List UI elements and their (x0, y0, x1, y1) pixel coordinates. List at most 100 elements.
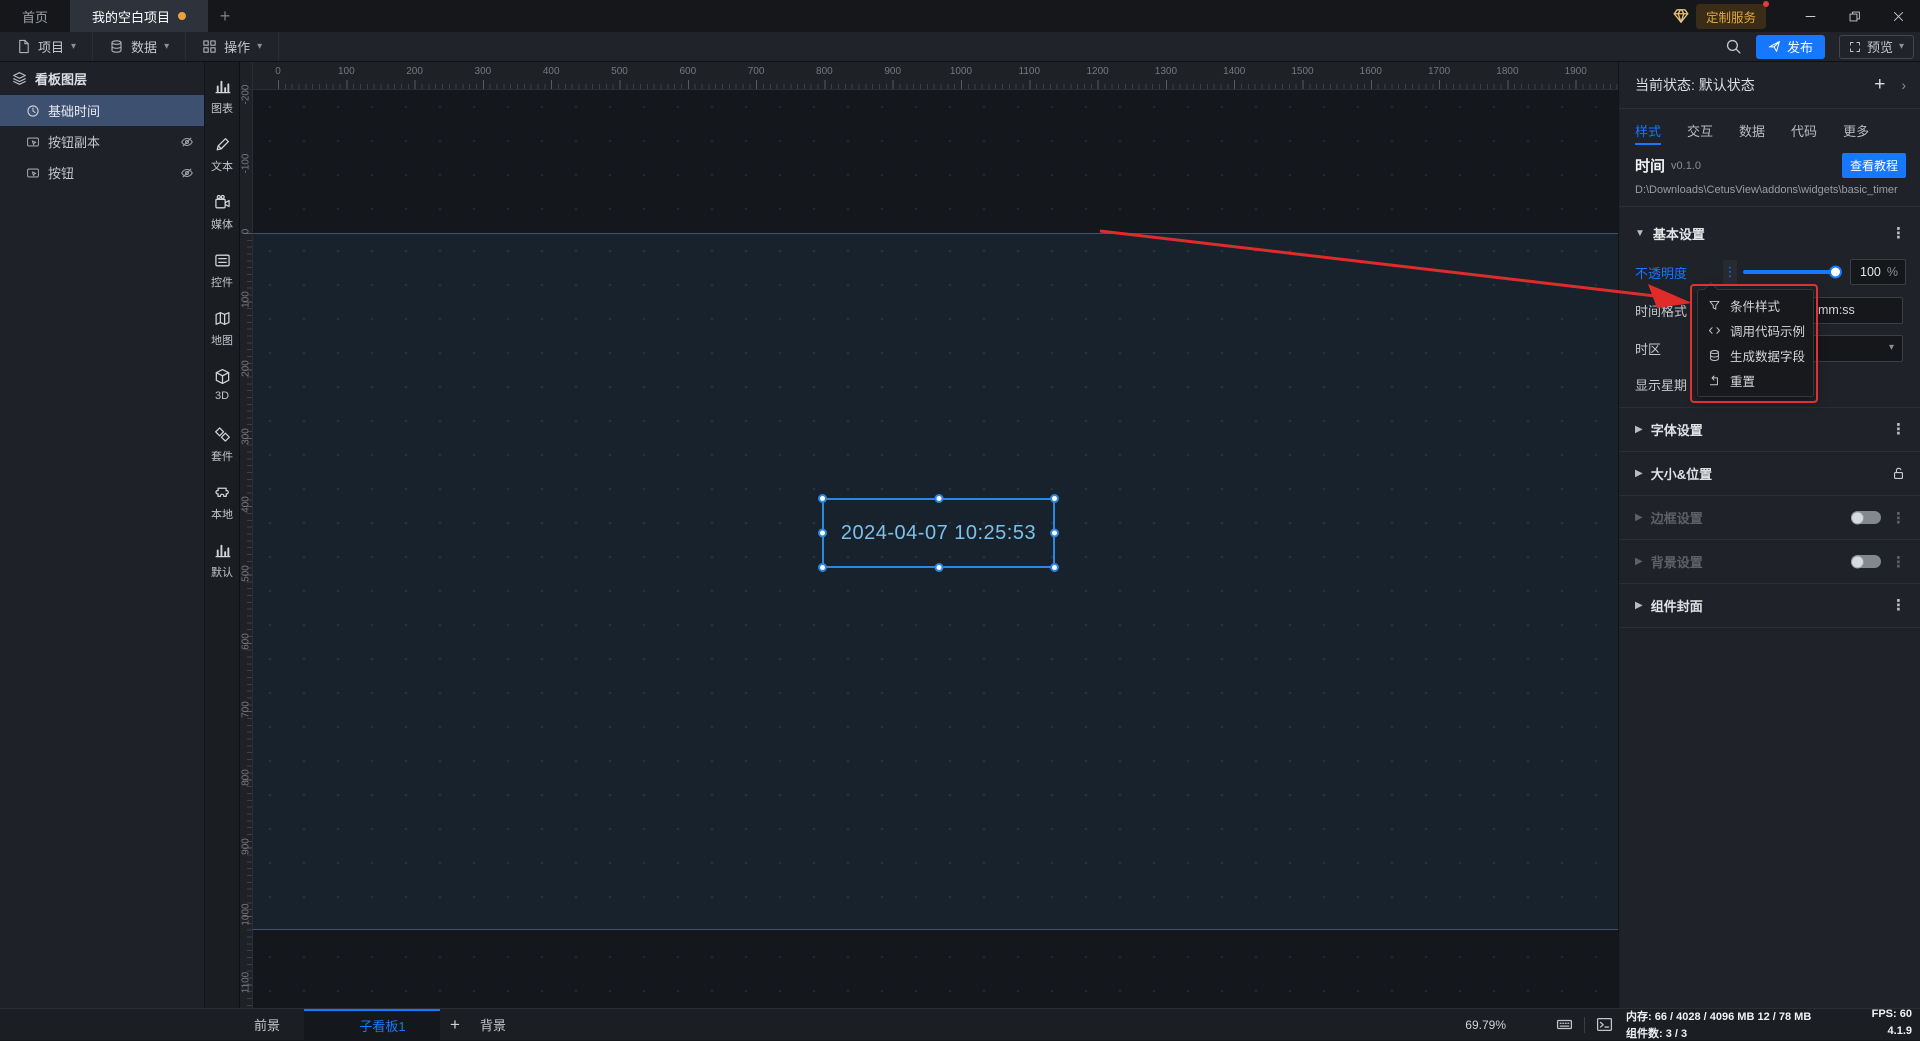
toolbar-item-pen[interactable]: 文本 (205, 136, 239, 194)
background-button[interactable]: 背景 (470, 1009, 530, 1040)
ruler-label: 0 (275, 66, 281, 77)
chevron-down-icon: ▾ (164, 42, 169, 52)
minimize-button[interactable] (1788, 0, 1832, 32)
toolbar-item-puzzle[interactable]: 本地 (205, 484, 239, 542)
status-block: 内存: 66 / 4028 / 4096 MB 12 / 78 MB FPS: … (1620, 1009, 1920, 1040)
tutorial-button[interactable]: 查看教程 (1842, 153, 1906, 178)
resize-handle-n[interactable] (934, 494, 943, 503)
eye-off-icon[interactable] (180, 135, 194, 149)
menu-grid[interactable]: 操作▾ (186, 32, 279, 61)
toolbar-item-chart[interactable]: 图表 (205, 78, 239, 136)
selected-time-widget[interactable]: 2024-04-07 10:25:53 (822, 498, 1055, 568)
canvas-viewport[interactable]: 2024-04-07 10:25:53 (253, 90, 1618, 1008)
chevron-down-icon: ▼ (1635, 228, 1645, 239)
tab-home[interactable]: 首页 (0, 0, 70, 32)
expand-icon (1849, 41, 1861, 53)
dashboard-board[interactable] (253, 233, 1618, 930)
toolbar-item-map[interactable]: 地图 (205, 310, 239, 368)
context-menu-item-reset[interactable]: 重置 (1698, 368, 1813, 393)
context-menu-item-code[interactable]: 调用代码示例 (1698, 318, 1813, 343)
context-menu-item-funnel[interactable]: 条件样式 (1698, 293, 1813, 318)
menu-file[interactable]: 项目▾ (0, 32, 93, 61)
toggle-off[interactable] (1851, 555, 1881, 568)
add-board-button[interactable]: + (440, 1009, 470, 1040)
subboard-tab[interactable]: 子看板1 (304, 1009, 440, 1040)
slider-knob[interactable] (1829, 266, 1842, 279)
section-组件封面[interactable]: ▶组件封面⋮ (1619, 583, 1920, 627)
widget-toolbar: 图表文本媒体控件地图3D套件本地默认 (205, 62, 240, 1008)
terminal-icon[interactable] (1596, 1016, 1613, 1033)
close-button[interactable] (1876, 0, 1920, 32)
panel-tab-交互[interactable]: 交互 (1687, 109, 1713, 151)
chevron-right-icon[interactable]: › (1901, 77, 1906, 93)
panel-tab-数据[interactable]: 数据 (1739, 109, 1765, 151)
custom-service-badge[interactable]: 定制服务 (1696, 4, 1766, 29)
resize-handle-e[interactable] (1050, 529, 1059, 538)
section-more-icon[interactable]: ⋮ (1891, 422, 1906, 437)
panel-tab-代码[interactable]: 代码 (1791, 109, 1817, 151)
toolbar-item-cube[interactable]: 3D (205, 368, 239, 426)
panel-tab-更多[interactable]: 更多 (1843, 109, 1869, 151)
ruler-label: 800 (816, 66, 833, 77)
resize-handle-s[interactable] (934, 563, 943, 572)
tab-project[interactable]: 我的空白项目 (70, 0, 208, 32)
section-more-icon[interactable]: ⋮ (1891, 553, 1906, 571)
plus-circle-icon[interactable] (508, 1014, 520, 1026)
basic-settings-header[interactable]: ▼ 基本设置 ⋮ (1619, 213, 1920, 253)
section-label: 背景设置 (1651, 552, 1703, 571)
new-tab-button[interactable]: + (208, 0, 242, 32)
preview-button[interactable]: 预览 ▾ (1839, 35, 1914, 59)
ruler-label: 1900 (1565, 66, 1587, 77)
menu-db[interactable]: 数据▾ (93, 32, 186, 61)
section-背景设置[interactable]: ▶背景设置⋮ (1619, 539, 1920, 583)
layer-item[interactable]: 基础时间 (0, 95, 204, 126)
layer-item[interactable]: 按钮 (0, 157, 204, 188)
ruler-label: 700 (241, 695, 252, 725)
ruler-label: 1700 (1428, 66, 1450, 77)
publish-button[interactable]: 发布 (1756, 35, 1825, 59)
grid-icon (202, 39, 217, 54)
section-大小&位置[interactable]: ▶大小&位置 (1619, 451, 1920, 495)
code-icon (1708, 324, 1721, 337)
ruler-label: 500 (241, 558, 252, 588)
opacity-input[interactable]: 100 % (1850, 259, 1906, 285)
toolbar-item-chart[interactable]: 默认 (205, 542, 239, 600)
state-value[interactable]: 默认状态 (1699, 75, 1755, 95)
section-more-icon[interactable]: ⋮ (1891, 598, 1906, 613)
chevron-down-icon: ▾ (257, 42, 262, 52)
resize-handle-se[interactable] (1050, 563, 1059, 572)
toolbar-item-kit[interactable]: 套件 (205, 426, 239, 484)
toolbar-item-control[interactable]: 控件 (205, 252, 239, 310)
resize-handle-w[interactable] (818, 529, 827, 538)
eye-off-icon[interactable] (180, 166, 194, 180)
restore-button[interactable] (1832, 0, 1876, 32)
plus-circle-icon[interactable] (282, 1014, 294, 1026)
keyboard-icon[interactable] (1556, 1016, 1573, 1033)
resize-handle-ne[interactable] (1050, 494, 1059, 503)
chevron-right-icon: ▶ (1635, 424, 1643, 435)
foreground-button[interactable]: 前景 (244, 1009, 304, 1040)
context-menu-item-db[interactable]: 生成数据字段 (1698, 343, 1813, 368)
resize-handle-sw[interactable] (818, 563, 827, 572)
lock-icon[interactable] (1891, 466, 1906, 481)
toggle-off[interactable] (1851, 511, 1881, 524)
section-字体设置[interactable]: ▶字体设置⋮ (1619, 407, 1920, 451)
unsaved-dot (178, 12, 186, 20)
zoom-level[interactable]: 69.79% (1465, 1018, 1506, 1032)
panel-tab-样式[interactable]: 样式 (1635, 109, 1661, 151)
toolbar-item-media[interactable]: 媒体 (205, 194, 239, 252)
section-more-icon[interactable]: ⋮ (1891, 509, 1906, 527)
gem-icon (1672, 7, 1690, 25)
layer-item[interactable]: 按钮副本 (0, 126, 204, 157)
add-state-button[interactable]: + (1874, 74, 1885, 96)
fit-screen-icon[interactable] (1525, 1016, 1542, 1033)
resize-handle-nw[interactable] (818, 494, 827, 503)
section-边框设置[interactable]: ▶边框设置⋮ (1619, 495, 1920, 539)
section-label: 边框设置 (1651, 508, 1703, 527)
context-menu-label: 调用代码示例 (1730, 321, 1805, 340)
opacity-slider[interactable] (1743, 270, 1840, 274)
section-more-icon[interactable]: ⋮ (1891, 226, 1906, 241)
ruler-label: 800 (241, 763, 252, 793)
opacity-more-button[interactable]: ⋮ (1723, 260, 1737, 284)
search-icon[interactable] (1725, 38, 1742, 55)
